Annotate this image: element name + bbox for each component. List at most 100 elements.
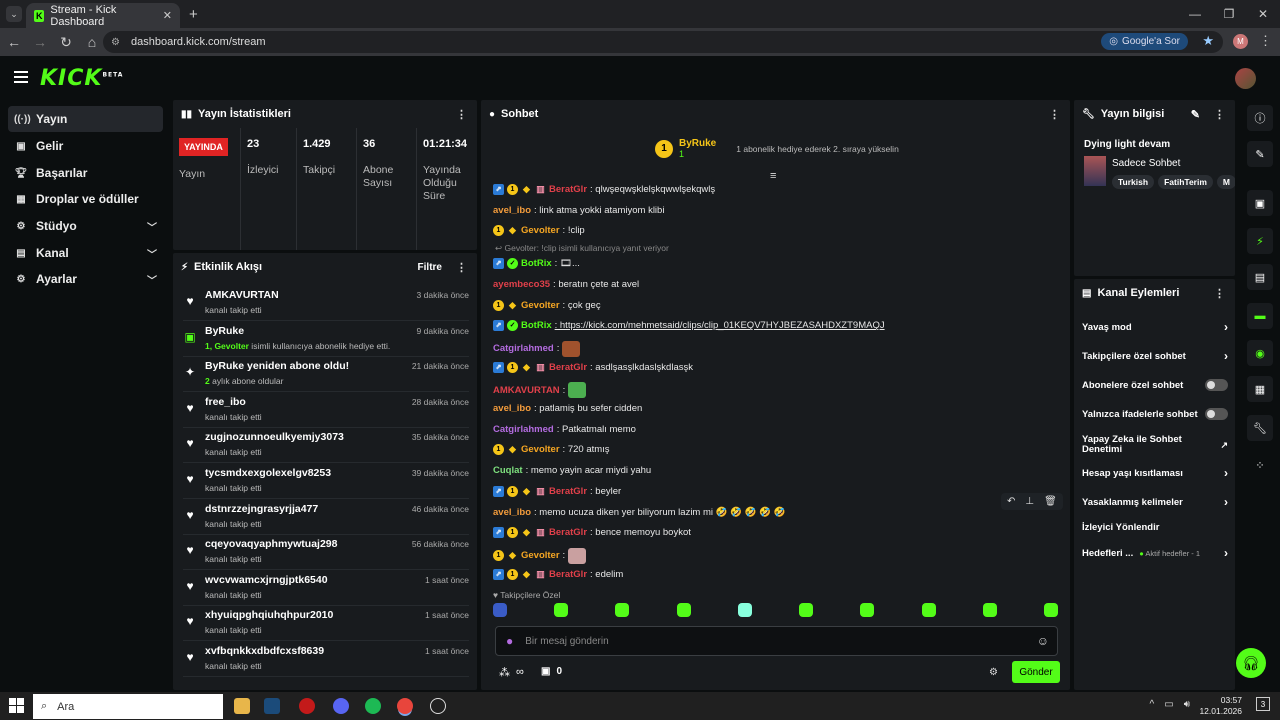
chat-message[interactable]: 1 ◆ Gevolter: bbox=[493, 547, 587, 564]
gifter-badge-icon[interactable]: ▥ bbox=[535, 184, 546, 195]
chat-username[interactable]: BeratGlr bbox=[549, 362, 587, 373]
chevron-up-icon[interactable]: ^ bbox=[1150, 699, 1155, 710]
discord-icon[interactable] bbox=[333, 698, 349, 714]
restore-icon[interactable]: ❐ bbox=[1212, 0, 1246, 28]
og-badge-icon[interactable]: ◆ bbox=[521, 527, 532, 538]
reload-icon[interactable]: ↻ bbox=[54, 30, 78, 54]
emote-icon[interactable] bbox=[1043, 603, 1058, 617]
subscriber-badge-icon[interactable]: 1 bbox=[507, 184, 518, 195]
action-subscribers-only[interactable]: Abonelere özel sohbet bbox=[1082, 371, 1228, 399]
subscriber-badge-icon[interactable]: 1 bbox=[507, 361, 518, 373]
chat-message[interactable]: ⇗ ✓ BotRix: https://kick.com/mehmetsaid/cl… bbox=[493, 320, 885, 332]
chat-settings-icon[interactable]: ⚙ bbox=[989, 667, 998, 678]
og-badge-icon[interactable]: ◆ bbox=[507, 225, 518, 236]
vip-badge-icon[interactable]: ⇗ bbox=[493, 320, 504, 332]
wrench-icon[interactable]: 🔧︎ bbox=[1247, 415, 1273, 441]
chat-username[interactable]: Cuqlat bbox=[493, 465, 523, 476]
browser-tab[interactable]: K Stream - Kick Dashboard ✕ bbox=[26, 3, 180, 28]
chat-message[interactable]: ⇗ 1 ◆ ▥ BeratGlr: beyler bbox=[493, 485, 621, 497]
subscriber-badge-icon[interactable]: 1 bbox=[507, 568, 518, 580]
og-badge-icon[interactable]: ◆ bbox=[521, 184, 532, 195]
chat-message[interactable]: ⇗ 1 ◆ ▥ BeratGlr: qlwşeqwşklelşkqwwlşekqwlş bbox=[493, 184, 715, 195]
chat-message[interactable]: Cuqlat: memo yayin acar miydi yahu bbox=[493, 465, 651, 476]
vip-badge-icon[interactable]: ⇗ bbox=[493, 527, 504, 539]
chat-username[interactable]: avel_ibo bbox=[493, 403, 531, 414]
broadcast-icon[interactable]: ◉ bbox=[1247, 340, 1273, 366]
chat-message[interactable]: ⇗ 1 ◆ ▥ BeratGlr: asdlşasşlkdaslşkdlasşk bbox=[493, 361, 693, 373]
chat-username[interactable]: BeratGlr bbox=[549, 527, 587, 538]
chat-username[interactable]: Catgirlahmed bbox=[493, 343, 554, 354]
vip-badge-icon[interactable]: ⇗ bbox=[493, 361, 504, 373]
feed-item[interactable]: ♥ cqeyovaqyaphmywtuaj298 kanalı takip etti… bbox=[183, 536, 469, 571]
emote-icon[interactable] bbox=[493, 603, 507, 617]
filter-button[interactable]: Filtre bbox=[418, 262, 442, 273]
emote-icon[interactable] bbox=[676, 603, 691, 617]
taskbar-search[interactable]: ⌕ Ara bbox=[33, 694, 223, 719]
chat-message[interactable]: ayembeco35: beratın çete at avel bbox=[493, 279, 639, 290]
og-badge-icon[interactable]: ◆ bbox=[507, 300, 518, 311]
emote-icon[interactable] bbox=[921, 603, 936, 617]
sidebar-item-gelir[interactable]: ▣ Gelir bbox=[8, 133, 163, 159]
more-options-icon[interactable]: ⋮ bbox=[1049, 108, 1060, 121]
tab-search-icon[interactable]: ⌄ bbox=[6, 6, 22, 22]
tag-chip[interactable]: Turkish bbox=[1112, 175, 1155, 189]
user-avatar[interactable] bbox=[1235, 68, 1256, 89]
action-followers-only[interactable]: Takipçilere özel sohbet › bbox=[1082, 342, 1228, 370]
info-icon[interactable]: ⓘ bbox=[1247, 105, 1273, 131]
clock-app-icon[interactable] bbox=[430, 698, 446, 714]
feed-item[interactable]: ♥ wvcvwamcxjrngjptk6540 kanalı takip etti 1… bbox=[183, 572, 469, 606]
more-options-icon[interactable]: ⋮ bbox=[456, 261, 467, 274]
collapse-icon[interactable]: ≡ bbox=[770, 170, 776, 182]
og-badge-icon[interactable]: ◆ bbox=[521, 486, 532, 497]
emote-icon[interactable] bbox=[799, 603, 814, 617]
subscriber-badge-icon[interactable]: 1 bbox=[493, 299, 504, 311]
pin-icon[interactable]: ⊥ bbox=[1025, 496, 1034, 507]
feed-item[interactable]: ♥ dstnrzzejngrasyrjja477 kanalı takip etti… bbox=[183, 501, 469, 535]
gift-counter[interactable]: ▣ 0 bbox=[541, 666, 562, 677]
close-window-icon[interactable]: ✕ bbox=[1246, 0, 1280, 28]
chat-username[interactable]: ayembeco35 bbox=[493, 279, 550, 290]
chat-username[interactable]: avel_ibo bbox=[493, 507, 531, 518]
edit-pencil-icon[interactable]: ✎ bbox=[1191, 108, 1200, 121]
action-goals[interactable]: Hedefleri ... ● Aktif hedefler - 1 › bbox=[1082, 539, 1228, 567]
feed-item[interactable]: ♥ tycsmdxexgolexelgv8253 kanalı takip etti… bbox=[183, 465, 469, 499]
edit-icon[interactable]: ✎ bbox=[1247, 141, 1273, 167]
chat-icon[interactable]: ▬ bbox=[1247, 303, 1273, 329]
capture-icon[interactable]: ▣ bbox=[1247, 190, 1273, 216]
bolt-icon[interactable]: ⚡︎ bbox=[1247, 228, 1273, 254]
points-display[interactable]: ⁂ ∞ bbox=[499, 666, 524, 679]
action-slow-mode[interactable]: Yavaş mod › bbox=[1082, 313, 1228, 341]
tag-chip[interactable]: M bbox=[1216, 175, 1235, 189]
send-button[interactable]: Gönder bbox=[1012, 661, 1060, 683]
hamburger-menu-icon[interactable] bbox=[14, 71, 28, 83]
sidebar-item-kanal[interactable]: ▤ Kanal ﹀ bbox=[8, 240, 163, 266]
chat-username[interactable]: BeratGlr bbox=[549, 569, 587, 580]
chat-message[interactable]: avel_ibo: link atma yokki atamiyom klibi bbox=[493, 205, 664, 216]
windows-start-icon[interactable] bbox=[9, 698, 24, 713]
chat-text[interactable]: : https://kick.com/mehmetsaid/clips/clip… bbox=[555, 320, 885, 331]
subscriber-badge-icon[interactable]: 1 bbox=[507, 527, 518, 539]
sidebar-item-basarilar[interactable]: 🏆︎ Başarılar bbox=[8, 160, 163, 186]
emote-icon[interactable] bbox=[554, 603, 569, 617]
chrome-icon[interactable] bbox=[397, 698, 413, 714]
home-icon[interactable]: ⌂ bbox=[80, 30, 104, 54]
feed-item[interactable]: ♥ zugjnozunnoeulkyemjy3073 kanalı takip et… bbox=[183, 429, 469, 464]
vip-badge-icon[interactable]: ⇗ bbox=[493, 258, 504, 270]
sidebar-item-studyo[interactable]: ⚙ Stüdyo ﹀ bbox=[8, 213, 163, 239]
pinned-gifter[interactable]: 1 ByRuke 1 1 abonelik hediye ederek 2. sı… bbox=[655, 138, 899, 159]
feed-item[interactable]: ♥ xhyuiqpghqiuhqhpur2010 kanalı takip etti… bbox=[183, 607, 469, 642]
subscriber-badge-icon[interactable]: 1 bbox=[507, 485, 518, 497]
more-options-icon[interactable]: ⋮ bbox=[1214, 287, 1225, 300]
chat-username[interactable]: Gevolter bbox=[521, 444, 560, 455]
chat-username[interactable]: BeratGlr bbox=[549, 184, 587, 195]
feed-item[interactable]: ♥ xvfbqnkkxdbdfcxsf8639 kanalı takip etti 1… bbox=[183, 643, 469, 677]
network-icon[interactable]: ▭ bbox=[1164, 699, 1173, 710]
chat-message[interactable]: Catgirlahmed: Patkatmalı memo bbox=[493, 424, 636, 435]
subscriber-badge-icon[interactable]: 1 bbox=[493, 444, 504, 456]
chat-username[interactable]: Catgirlahmed bbox=[493, 424, 554, 435]
actions-icon[interactable]: ▦ bbox=[1247, 376, 1273, 402]
bot-badge-icon[interactable]: ✓ bbox=[507, 320, 518, 332]
kick-logo[interactable]: KICKBETA bbox=[40, 66, 123, 91]
opera-icon[interactable] bbox=[299, 698, 315, 714]
microphone-icon[interactable]: ● bbox=[506, 634, 513, 648]
